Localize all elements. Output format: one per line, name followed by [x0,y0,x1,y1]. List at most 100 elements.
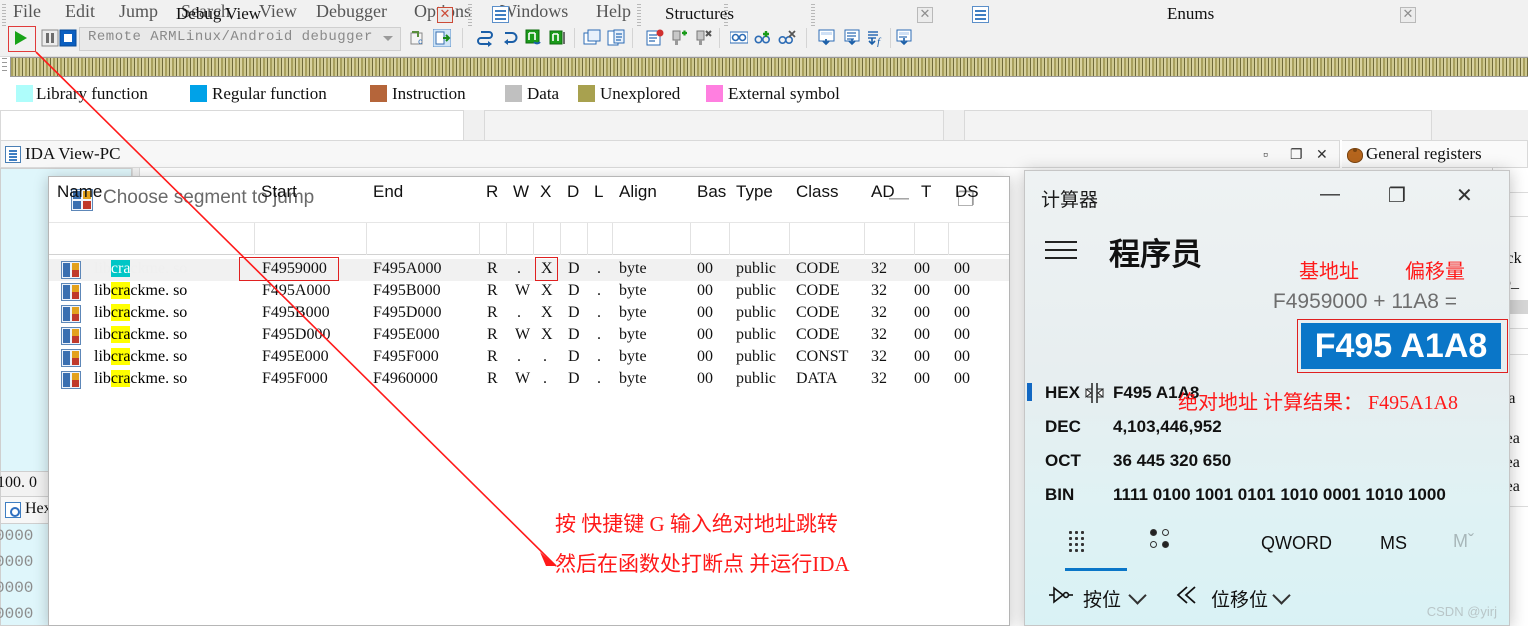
radix-label-dec[interactable]: DEC [1045,417,1081,437]
step-into-icon[interactable] [525,29,543,47]
memory-store-button[interactable]: MS [1380,533,1407,554]
run-debugger-button[interactable] [15,31,27,45]
table-row[interactable]: libcrackme. so F495E000 F495F000 R . . D… [49,347,1009,369]
toolbar-grip-3[interactable] [637,4,641,28]
column-header-class[interactable]: Class [796,182,839,202]
step-out-icon[interactable] [501,29,519,47]
chevron-down-icon-bitshift[interactable] [1272,586,1291,605]
cell-r: R [487,370,498,387]
general-registers-title: General registers [1366,144,1482,163]
restore-button[interactable]: ▫ [1263,146,1268,162]
tab-structures-close-icon[interactable]: ✕ [917,6,933,23]
cell-t: 00 [914,260,930,277]
table-row[interactable]: libcrackme. so F495B000 F495D000 R . X D… [49,303,1009,325]
annotation-result-note: 绝对地址 计算结果： F495A1A8 [1178,392,1459,414]
watch-view-icon[interactable] [729,29,749,47]
column-header-type[interactable]: Type [736,182,773,202]
stack-view-icon[interactable] [818,29,836,47]
calculator-minimize-button[interactable]: — [1320,183,1340,206]
column-header-align[interactable]: Align [619,182,657,202]
step-over-icon[interactable] [477,29,495,47]
column-header-r[interactable]: R [486,182,498,202]
tab-debug-view[interactable] [0,110,464,140]
close-button[interactable]: ✕ [1316,146,1328,163]
menu-item-jump[interactable]: Jump [112,0,165,24]
stop-icon[interactable] [59,29,77,47]
column-header-t[interactable]: T [921,182,931,202]
cell-d: D [568,260,580,277]
cell-d: D [568,348,580,365]
hamburger-menu-icon[interactable] [1045,241,1077,261]
cell-name: libcrackme. so [94,348,188,365]
column-header-d[interactable]: D [567,182,579,202]
legend-swatch-regular-function [190,85,207,102]
bitshift-button[interactable]: 位移位 [1211,585,1268,612]
new-window-icon[interactable] [583,29,601,47]
run-until-return-icon[interactable] [549,29,567,47]
menu-item-help[interactable]: Help [589,0,638,24]
chevron-down-icon-bitwise[interactable] [1128,586,1147,605]
debugger-selector-combo[interactable]: Remote ARMLinux/Android debugger [79,27,401,51]
navigation-band[interactable] [10,57,1528,77]
column-header-x[interactable]: X [540,182,551,202]
func-view-icon[interactable]: f [866,29,884,48]
table-row[interactable]: libcrackme. so F495A000 F495B000 R W X D… [49,281,1009,303]
copy-window-icon[interactable] [607,29,625,47]
add-breakpoint-icon[interactable] [670,29,688,47]
column-header-start[interactable]: Start [261,182,297,202]
legend-swatch-library-function [16,85,33,102]
delete-watch-icon[interactable] [778,29,796,47]
column-header-name[interactable]: Name [57,182,102,202]
tab-enums-close-icon[interactable]: ✕ [1400,6,1416,23]
modules-view-icon[interactable] [896,29,914,47]
cell-w: W [515,370,531,387]
memory-dropdown-button[interactable]: Mˇ [1453,531,1474,552]
menu-item-file[interactable]: File [6,0,48,24]
keypad-icon[interactable] [1069,531,1091,553]
calculator-maximize-button[interactable]: ❐ [1388,183,1406,208]
debugger-selector-value: Remote ARMLinux/Android debugger [88,29,373,45]
column-header-l[interactable]: L [594,182,603,202]
run-to-cursor-icon[interactable] [432,28,452,48]
pause-icon[interactable] [41,29,59,47]
toolbar-grip[interactable] [2,4,6,28]
table-row[interactable]: libcrackme. so F495F000 F4960000 R W . D… [49,369,1009,391]
table-row[interactable]: libcrackme. so F495D000 F495E000 R W X D… [49,325,1009,347]
table-row[interactable]: libcrackme. so F4959000 F495A000 R . X D… [49,259,1009,281]
delete-breakpoint-icon[interactable] [694,29,712,47]
ida-view-pc-titlebar: IDA View-PC ▫ ❐ ✕ [0,140,1340,168]
calculator-close-button[interactable]: ✕ [1456,183,1473,208]
cell-ds: 00 [954,282,970,299]
add-watch-icon[interactable] [754,29,772,47]
maximize-button[interactable]: ❐ [1290,146,1303,163]
column-header-ad[interactable]: AD [871,182,895,202]
step-into-source-icon[interactable]: c [409,29,427,47]
cell-x: X [541,282,553,299]
radix-label-oct[interactable]: OCT [1045,451,1081,471]
locals-view-icon[interactable] [844,29,862,47]
tab-enums[interactable] [964,110,1432,140]
tab-debug-view-close-icon[interactable]: ✕ [437,6,453,23]
menu-item-edit[interactable]: Edit [58,0,102,24]
toolbar-grip-5[interactable] [811,4,815,28]
column-header-ds[interactable]: DS [955,182,979,202]
calculator-result-display[interactable]: F495 A1A8 [1301,323,1501,369]
bit-toggle-keypad-icon[interactable] [1150,529,1176,553]
tab-structures[interactable] [484,110,944,140]
column-header-bas[interactable]: Bas [697,182,726,202]
toolbar-grip-2[interactable] [468,4,472,28]
radix-label-hex[interactable]: HEX [1045,383,1080,403]
legend-swatch-unexplored [578,85,595,102]
column-header-end[interactable]: End [373,182,403,202]
bitwise-button[interactable]: 按位 [1083,585,1121,612]
navband-grip[interactable] [2,58,7,74]
radix-label-bin[interactable]: BIN [1045,485,1074,505]
word-size-button[interactable]: QWORD [1261,533,1332,554]
breakpoints-icon[interactable] [646,29,664,47]
menu-item-debugger[interactable]: Debugger [309,0,394,24]
svg-text:f: f [877,36,882,47]
toolbar-separator-6 [890,28,891,48]
cell-type: public [736,260,776,277]
column-header-w[interactable]: W [513,182,529,202]
chevron-down-icon[interactable] [383,36,393,41]
